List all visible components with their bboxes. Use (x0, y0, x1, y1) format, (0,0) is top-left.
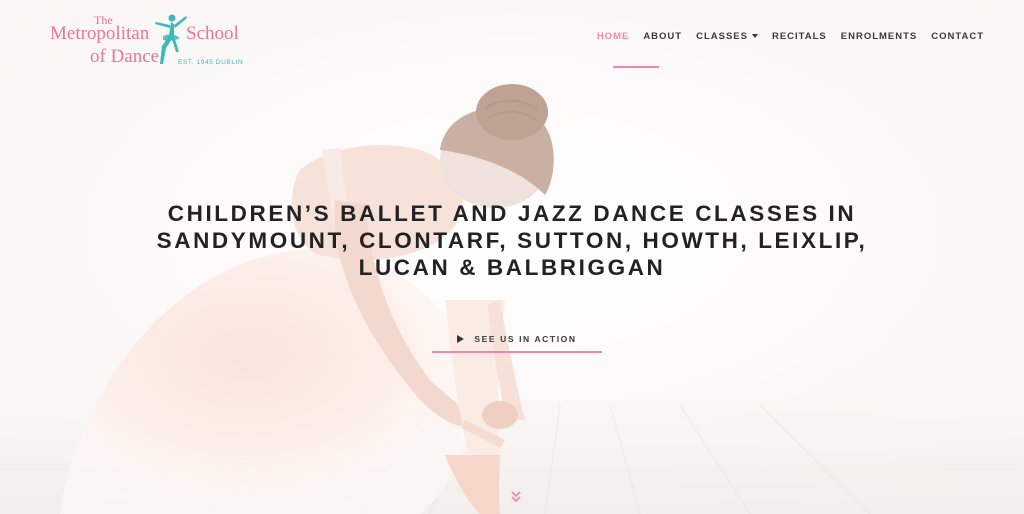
nav-item-enrolments[interactable]: ENROLMENTS (841, 31, 918, 42)
nav-item-home[interactable]: HOME (597, 31, 630, 42)
logo-text-of-dance: of Dance (90, 46, 160, 67)
site-header: The Metropolitan School of Dance EST. 19… (0, 0, 1024, 72)
site-logo[interactable]: The Metropolitan School of Dance EST. 19… (48, 10, 248, 70)
page: The Metropolitan School of Dance EST. 19… (0, 0, 1024, 514)
nav-item-classes-label: CLASSES (696, 30, 748, 42)
hero-headline-line-2: SANDYMOUNT, CLONTARF, SUTTON, HOWTH, LEI… (156, 228, 868, 253)
play-icon (457, 335, 465, 343)
hero-headline-line-1: CHILDREN’S BALLET AND JAZZ DANCE CLASSES… (167, 201, 857, 226)
logo-est-tagline: EST. 1945 DUBLIN (178, 59, 244, 66)
logo-text-metropolitan: Metropolitan (50, 23, 150, 44)
caret-down-icon (751, 34, 758, 38)
nav-item-classes[interactable]: CLASSES (696, 31, 758, 42)
hero-headline: CHILDREN’S BALLET AND JAZZ DANCE CLASSES… (112, 200, 912, 281)
nav-item-contact[interactable]: CONTACT (931, 31, 984, 42)
nav-active-underline (613, 66, 659, 68)
main-nav: HOME ABOUT CLASSES RECITALS ENROLMENTS C… (583, 29, 984, 43)
double-chevron-down-icon[interactable] (510, 490, 522, 504)
cta-underline (432, 351, 602, 353)
see-us-in-action-label: SEE US IN ACTION (474, 334, 577, 344)
nav-item-about[interactable]: ABOUT (643, 31, 682, 42)
hero-headline-line-3: LUCAN & BALBRIGGAN (358, 255, 666, 280)
see-us-in-action-button[interactable]: SEE US IN ACTION (432, 325, 602, 353)
nav-item-recitals[interactable]: RECITALS (772, 31, 827, 42)
logo-text-school: School (186, 23, 239, 44)
